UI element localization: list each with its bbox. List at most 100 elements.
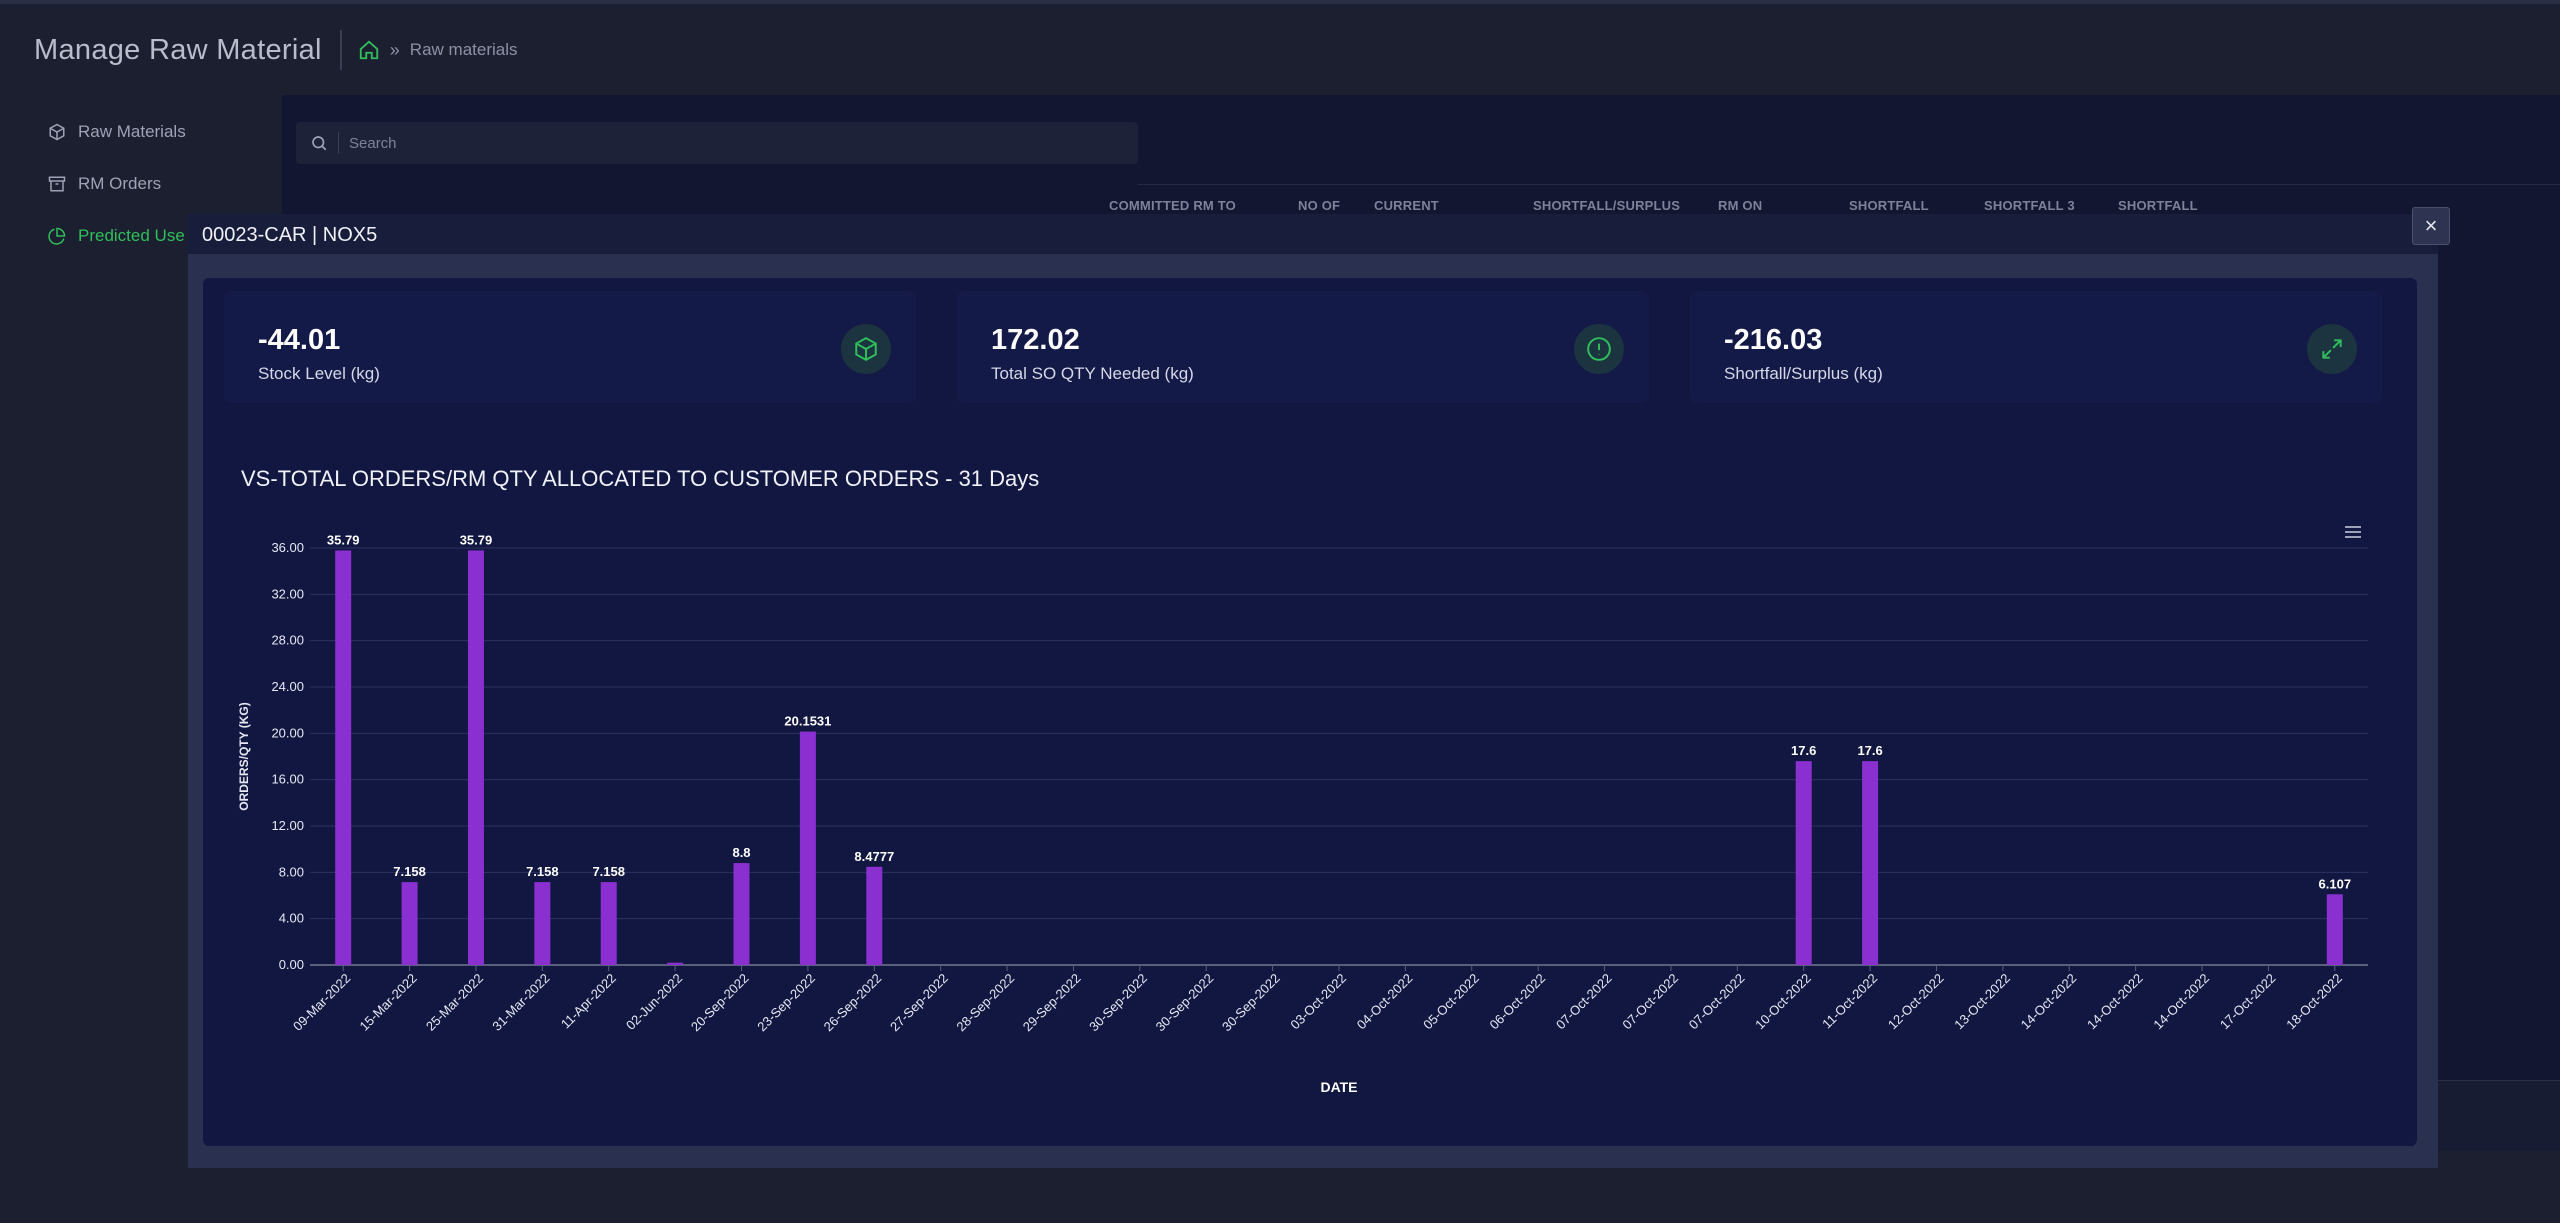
search-icon [310, 134, 328, 152]
chart-bar [600, 882, 617, 965]
y-tick-label: 36.00 [271, 540, 304, 555]
sidebar-item-label: Predicted Use [78, 226, 185, 245]
x-axis-label: DATE [1320, 1079, 1357, 1095]
x-tick-label: 11-Apr-2022 [558, 971, 619, 1032]
breadcrumb-current[interactable]: Raw materials [410, 40, 518, 60]
column-header-shortfall-3[interactable]: SHORTFALL 3 [1984, 198, 2075, 213]
x-tick-label: 07-Oct-2022 [1553, 971, 1615, 1033]
modal-header: 00023-CAR | NOX5 [188, 214, 2438, 254]
chart-bar [866, 866, 883, 965]
data-label: 8.8 [732, 845, 750, 860]
data-label: 7.158 [526, 864, 559, 879]
y-tick-label: 16.00 [271, 772, 304, 787]
y-tick-label: 4.00 [279, 911, 304, 926]
x-tick-label: 14-Oct-2022 [2084, 971, 2146, 1033]
data-label: 20.1531 [784, 714, 831, 729]
y-tick-label: 8.00 [279, 864, 304, 879]
y-tick-label: 24.00 [271, 679, 304, 694]
x-tick-label: 18-Oct-2022 [2283, 971, 2345, 1033]
page-header: Manage Raw Material » Raw materials [34, 26, 518, 74]
x-tick-label: 25-Mar-2022 [423, 971, 486, 1034]
x-tick-label: 28-Sep-2022 [953, 971, 1017, 1035]
x-tick-label: 15-Mar-2022 [356, 971, 419, 1034]
table-divider [1138, 184, 2560, 185]
sidebar-item-raw-materials[interactable]: Raw Materials [48, 106, 268, 158]
chart-bar [799, 731, 816, 965]
column-header-shortfall-4[interactable]: SHORTFALL [2118, 198, 2198, 213]
column-header-rm-on[interactable]: RM ON [1718, 198, 1762, 213]
archive-icon [48, 175, 66, 193]
x-tick-label: 30-Sep-2022 [1086, 971, 1150, 1035]
column-header-shortfall-surplus[interactable]: SHORTFALL/SURPLUS [1533, 198, 1680, 213]
sidebar-item-rm-orders[interactable]: RM Orders [48, 158, 268, 210]
x-tick-label: 04-Oct-2022 [1354, 971, 1416, 1033]
x-tick-label: 12-Oct-2022 [1885, 971, 1947, 1033]
chart-bar [733, 863, 750, 965]
x-tick-label: 06-Oct-2022 [1487, 971, 1549, 1033]
predicted-use-modal: 00023-CAR | NOX5 -44.01 Stock Level (kg)… [188, 214, 2438, 1168]
content-footer [2438, 1080, 2560, 1151]
pie-chart-icon [48, 227, 66, 245]
y-tick-label: 12.00 [271, 818, 304, 833]
column-header-no-of[interactable]: NO OF [1298, 198, 1340, 213]
column-header-current[interactable]: CURRENT [1374, 198, 1439, 213]
search-divider [338, 132, 339, 154]
data-label: 17.6 [1857, 743, 1882, 758]
x-tick-label: 10-Oct-2022 [1752, 971, 1814, 1033]
x-tick-label: 07-Oct-2022 [1619, 971, 1681, 1033]
data-label: 6.107 [2319, 876, 2352, 891]
home-icon[interactable] [358, 39, 380, 61]
chart-bar [667, 962, 684, 965]
chart-bar [467, 550, 484, 965]
y-axis-label: ORDERS/QTY (KG) [237, 702, 251, 810]
x-tick-label: 30-Sep-2022 [1219, 971, 1283, 1035]
chart-bar [1795, 761, 1812, 965]
x-tick-label: 03-Oct-2022 [1287, 971, 1349, 1033]
bar-chart: 0.00 4.00 8.00 12.00 16.00 20.00 24.00 28.00 32.… [237, 532, 2368, 1095]
x-tick-label: 11-Oct-2022 [1819, 971, 1880, 1032]
column-header-shortfall-1[interactable]: SHORTFALL [1849, 198, 1929, 213]
data-label: 7.158 [393, 864, 426, 879]
page-title: Manage Raw Material [34, 33, 322, 66]
x-tick-label: 07-Oct-2022 [1686, 971, 1748, 1033]
y-tick-label: 20.00 [271, 725, 304, 740]
search-bar [296, 122, 1138, 164]
x-tick-label: 20-Sep-2022 [688, 971, 752, 1035]
y-tick-label: 32.00 [271, 586, 304, 601]
chart-bar [1862, 761, 1879, 965]
top-bar [0, 0, 2560, 4]
chart-bar [534, 882, 551, 965]
x-tick-label: 05-Oct-2022 [1420, 971, 1482, 1033]
header-divider [339, 30, 342, 70]
sidebar-item-label: RM Orders [78, 174, 162, 193]
x-tick-label: 23-Sep-2022 [754, 971, 818, 1035]
data-label: 35.79 [327, 532, 360, 547]
x-tick-label: 29-Sep-2022 [1020, 971, 1084, 1035]
column-header-committed[interactable]: COMMITTED RM TO [1109, 198, 1236, 213]
chart-bar [335, 550, 352, 965]
y-tick-label: 28.00 [271, 633, 304, 648]
chart-bar [2326, 894, 2343, 965]
modal-body: -44.01 Stock Level (kg) 172.02 Total SO … [203, 278, 2417, 1146]
data-label: 7.158 [592, 864, 625, 879]
data-label: 35.79 [460, 532, 493, 547]
cube-icon [48, 123, 66, 141]
x-tick-label: 14-Oct-2022 [2018, 971, 2080, 1033]
chart-bar [401, 882, 418, 965]
x-tick-label: 31-Mar-2022 [489, 971, 552, 1034]
y-tick-label: 0.00 [279, 957, 304, 972]
modal-title: 00023-CAR | NOX5 [202, 224, 378, 246]
close-button[interactable]: × [2412, 207, 2450, 245]
data-label: 8.4777 [854, 849, 894, 864]
x-tick-label: 09-Mar-2022 [290, 971, 353, 1034]
sidebar-item-label: Raw Materials [78, 122, 186, 141]
x-tick-label: 14-Oct-2022 [2150, 971, 2212, 1033]
x-tick-label: 13-Oct-2022 [1951, 971, 2013, 1033]
x-tick-label: 02-Jun-2022 [623, 971, 685, 1033]
x-tick-label: 17-Oct-2022 [2217, 971, 2279, 1033]
x-tick-label: 27-Sep-2022 [887, 971, 951, 1035]
breadcrumb-separator: » [389, 39, 400, 60]
x-tick-label: 30-Sep-2022 [1153, 971, 1217, 1035]
data-label: 17.6 [1791, 743, 1816, 758]
search-input[interactable] [347, 133, 1131, 153]
